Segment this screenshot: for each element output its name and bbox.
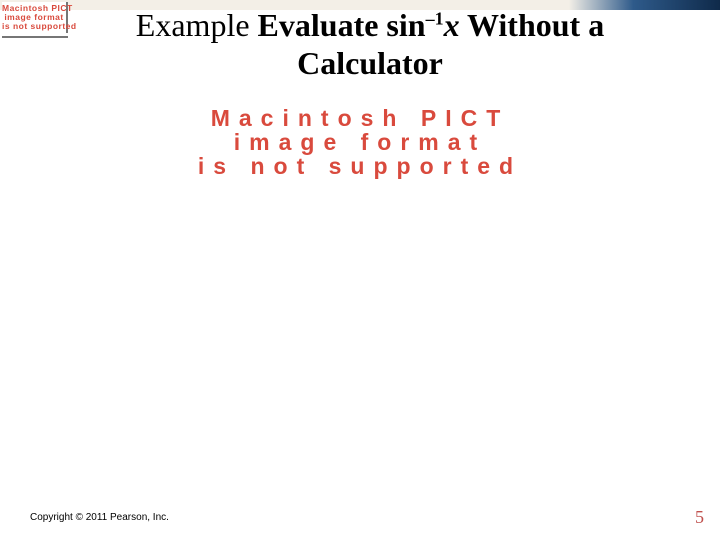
pict-large-line1: Macintosh PICT [211,105,510,131]
pict-large-line3: is not supported [198,153,522,179]
pict-small-underline [2,36,68,38]
page-number: 5 [695,507,704,528]
copyright-text: Copyright © 2011 Pearson, Inc. [30,512,169,523]
pict-small-line3: is not supported [2,21,77,31]
slide: Macintosh PICT image format is not suppo… [0,0,720,540]
title-x: x [444,7,460,43]
pict-large-line2: image format [234,129,486,155]
slide-title: Example Evaluate sin–1x Without a Calcul… [70,7,670,95]
pict-placeholder-large: Macintosh PICT image format is not suppo… [70,106,650,178]
title-superscript: –1 [426,8,444,28]
title-eval-sin: Evaluate sin [258,7,426,43]
pict-placeholder-small: Macintosh PICT image format is not suppo… [2,2,68,33]
title-prefix: Example [136,7,258,43]
